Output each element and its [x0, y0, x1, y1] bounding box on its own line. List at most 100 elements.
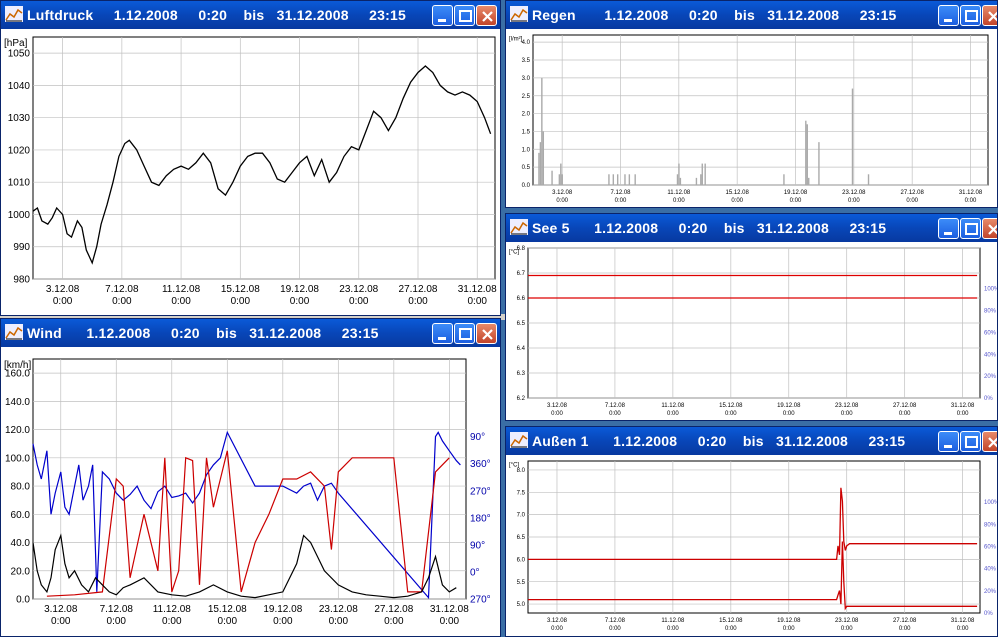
x-tick-time: 0:00 — [329, 616, 349, 627]
see5-chart: 6.8 6.7 6.6 6.5 6.4 6.3 6.2 [°C] 3.12.08 0:00 7.12… — [506, 242, 997, 420]
y-tick-label: 80.0 — [11, 482, 31, 493]
see5-titlebar[interactable]: See 5 1.12.2008 0:20 bis 31.12.2008 23:1… — [506, 214, 997, 242]
x-tick-date: 3.12.08 — [552, 190, 573, 196]
x-tick-date: 23.12.08 — [835, 618, 859, 624]
chart-icon — [5, 6, 23, 22]
x-tick-date: 19.12.08 — [784, 190, 808, 196]
x-tick-date: 15.12.08 — [719, 618, 743, 624]
aussen1-titlebar[interactable]: Außen 1 1.12.2008 0:20 bis 31.12.2008 23… — [506, 427, 997, 455]
x-tick-time: 0:00 — [551, 411, 563, 417]
y2-tick-label: 100% — [984, 287, 997, 293]
x-tick-date: 7.12.08 — [105, 284, 139, 295]
x-tick-date: 27.12.08 — [374, 604, 413, 615]
rain-bar — [560, 163, 562, 185]
y2-tick-label: 40% — [984, 567, 997, 573]
x-tick-time: 0:00 — [231, 296, 251, 307]
x-tick-time: 0:00 — [112, 296, 132, 307]
luftdruck-titlebar[interactable]: Luftdruck 1.12.2008 0:20 bis 31.12.2008 … — [1, 1, 500, 29]
maximize-button[interactable] — [960, 218, 981, 239]
regen-titlebar[interactable]: Regen 1.12.2008 0:20 bis 31.12.2008 23:1… — [506, 1, 997, 29]
y2-tick-label: 20% — [984, 374, 997, 380]
x-tick-date: 11.12.08 — [162, 284, 201, 295]
wind-titlebar[interactable]: Wind 1.12.2008 0:20 bis 31.12.2008 23:15 — [1, 319, 500, 347]
wind-window[interactable]: Wind 1.12.2008 0:20 bis 31.12.2008 23:15… — [0, 318, 501, 637]
minimize-button[interactable] — [432, 323, 453, 344]
x-tick-time: 0:00 — [51, 616, 71, 627]
x-tick-date: 23.12.08 — [339, 284, 378, 295]
luftdruck-window[interactable]: Luftdruck 1.12.2008 0:20 bis 31.12.2008 … — [0, 0, 501, 316]
y-tick-label: 990 — [13, 242, 30, 253]
y-tick-label: 1050 — [8, 49, 31, 60]
close-button[interactable] — [476, 5, 497, 26]
rain-bar — [808, 177, 810, 185]
x-tick-date: 3.12.08 — [44, 604, 78, 615]
x-tick-date: 7.12.08 — [605, 618, 626, 624]
rain-bar — [612, 174, 615, 185]
y-tick-label: 1040 — [8, 81, 31, 92]
x-tick-date: 19.12.08 — [777, 618, 801, 624]
close-button[interactable] — [982, 5, 997, 26]
x-tick-time: 0:00 — [171, 296, 191, 307]
maximize-button[interactable] — [454, 323, 475, 344]
x-tick-date: 3.12.08 — [46, 284, 80, 295]
y-tick-label: 1.0 — [522, 147, 531, 153]
rain-bar — [783, 174, 785, 185]
rain-bar — [806, 124, 808, 185]
x-tick-time: 0:00 — [667, 626, 679, 632]
close-button[interactable] — [476, 323, 497, 344]
x-tick-date: 11.12.08 — [661, 618, 685, 624]
close-button[interactable] — [982, 218, 997, 239]
y2-tick-label: 0° — [470, 567, 480, 578]
maximize-button[interactable] — [454, 5, 475, 26]
x-tick-time: 0:00 — [162, 616, 182, 627]
y-tick-label: 7.0 — [517, 513, 526, 519]
close-button[interactable] — [982, 431, 997, 452]
x-tick-time: 0:00 — [899, 626, 911, 632]
y-tick-label: 100.0 — [5, 453, 30, 464]
x-tick-time: 0:00 — [783, 626, 795, 632]
rain-bar — [700, 174, 702, 185]
rain-bar — [624, 174, 626, 185]
rain-bar — [539, 142, 542, 185]
x-tick-date: 27.12.08 — [893, 618, 917, 624]
y-tick-label: 40.0 — [11, 538, 31, 549]
x-tick-date: 11.12.08 — [153, 604, 192, 615]
y-tick-label: 120.0 — [5, 425, 30, 436]
x-tick-time: 0:00 — [609, 411, 621, 417]
minimize-button[interactable] — [432, 5, 453, 26]
x-tick-time: 0:00 — [725, 626, 737, 632]
luftdruck-chart: 1050 1040 1030 1020 1010 1000 990 980 [hPa] 3.12.… — [1, 29, 500, 315]
aussen1-title: Außen 1 1.12.2008 0:20 bis 31.12.2008 23… — [532, 433, 906, 449]
y-tick-label: 0.5 — [522, 165, 531, 171]
y2-tick-label: 80% — [984, 309, 997, 315]
x-tick-time: 0:00 — [467, 296, 487, 307]
y-tick-label: 1020 — [8, 145, 31, 156]
y-tick-label: 6.3 — [517, 371, 526, 377]
regen-chart: 4.0 3.5 3.0 2.5 2.0 1.5 1.0 0.5 0.0 [l/m²] 3.12.08… — [506, 29, 997, 207]
x-tick-time: 0:00 — [349, 296, 369, 307]
rain-bar — [542, 131, 545, 185]
minimize-button[interactable] — [938, 431, 959, 452]
see5-title: See 5 1.12.2008 0:20 bis 31.12.2008 23:1… — [532, 220, 887, 236]
aussen1-window[interactable]: Außen 1 1.12.2008 0:20 bis 31.12.2008 23… — [505, 426, 998, 637]
x-tick-date: 31.12.08 — [951, 403, 975, 409]
minimize-button[interactable] — [938, 5, 959, 26]
regen-window[interactable]: Regen 1.12.2008 0:20 bis 31.12.2008 23:1… — [505, 0, 998, 208]
y-tick-label: 3.0 — [522, 76, 531, 82]
x-tick-time: 0:00 — [273, 616, 293, 627]
maximize-button[interactable] — [960, 431, 981, 452]
x-tick-time: 0:00 — [848, 198, 860, 204]
maximize-button[interactable] — [960, 5, 981, 26]
minimize-button[interactable] — [938, 218, 959, 239]
x-tick-date: 31.12.08 — [458, 284, 497, 295]
x-tick-date: 7.12.08 — [605, 403, 626, 409]
chart-icon — [510, 6, 528, 22]
y-tick-label: 6.0 — [517, 557, 526, 563]
x-tick-date: 11.12.08 — [667, 190, 691, 196]
x-tick-time: 0:00 — [725, 411, 737, 417]
y-tick-label: 6.5 — [517, 535, 526, 541]
y2-tick-label: 20% — [984, 589, 997, 595]
see5-window[interactable]: See 5 1.12.2008 0:20 bis 31.12.2008 23:1… — [505, 213, 998, 421]
x-tick-time: 0:00 — [440, 616, 460, 627]
x-tick-time: 0:00 — [384, 616, 404, 627]
